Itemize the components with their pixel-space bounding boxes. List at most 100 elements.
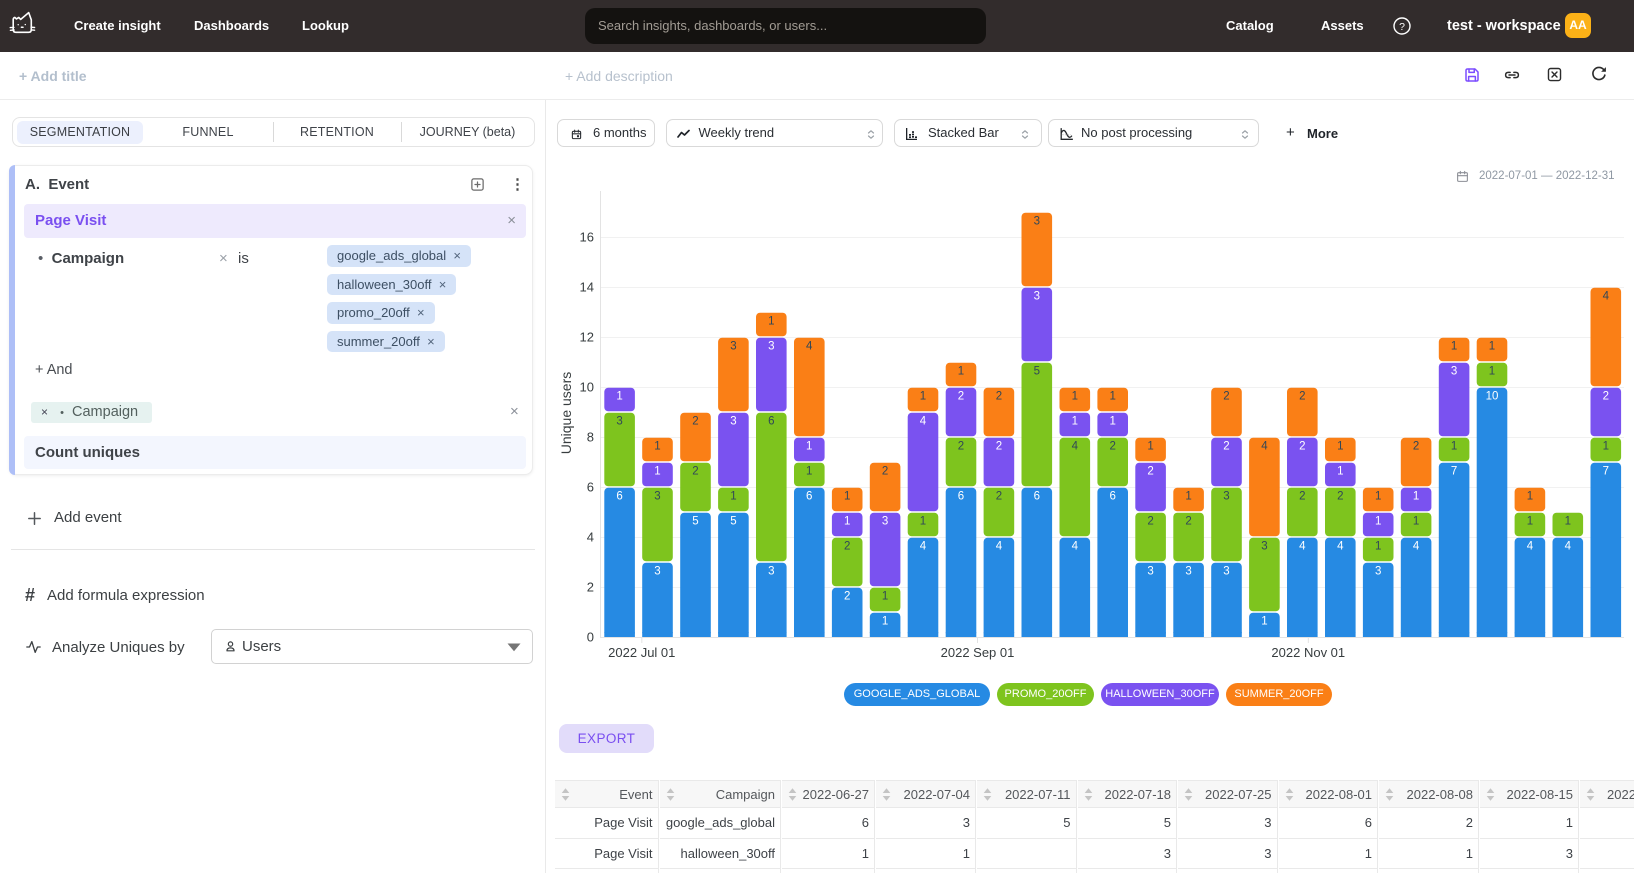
- svg-text:10: 10: [580, 380, 594, 395]
- svg-text:5: 5: [1034, 366, 1040, 378]
- svg-text:0: 0: [587, 630, 594, 645]
- svg-text:2: 2: [692, 466, 698, 478]
- svg-text:3: 3: [730, 416, 736, 428]
- svg-text:4: 4: [1337, 541, 1344, 553]
- svg-text:12: 12: [580, 330, 594, 345]
- svg-text:1: 1: [1337, 466, 1343, 478]
- svg-text:1: 1: [1451, 441, 1457, 453]
- svg-text:2: 2: [1109, 441, 1115, 453]
- svg-text:3: 3: [1185, 566, 1191, 578]
- svg-text:1: 1: [844, 516, 850, 528]
- svg-text:6: 6: [616, 491, 622, 503]
- svg-text:1: 1: [1527, 491, 1533, 503]
- svg-text:4: 4: [1565, 541, 1572, 553]
- svg-text:1: 1: [1489, 366, 1495, 378]
- svg-text:3: 3: [654, 491, 660, 503]
- svg-text:1: 1: [1413, 491, 1419, 503]
- svg-text:1: 1: [806, 466, 812, 478]
- svg-text:1: 1: [1451, 341, 1457, 353]
- svg-text:3: 3: [1223, 566, 1229, 578]
- svg-text:3: 3: [768, 341, 774, 353]
- svg-text:4: 4: [587, 530, 594, 545]
- svg-text:2: 2: [996, 491, 1002, 503]
- svg-text:5: 5: [730, 516, 736, 528]
- svg-text:1: 1: [1109, 416, 1115, 428]
- svg-text:2022 Nov 01: 2022 Nov 01: [1271, 645, 1345, 660]
- svg-text:1: 1: [1603, 441, 1609, 453]
- svg-text:1: 1: [882, 616, 888, 628]
- svg-text:2: 2: [587, 580, 594, 595]
- svg-text:2: 2: [1185, 516, 1191, 528]
- svg-text:1: 1: [920, 516, 926, 528]
- svg-text:1: 1: [1375, 491, 1381, 503]
- svg-text:3: 3: [616, 416, 622, 428]
- svg-text:14: 14: [580, 280, 594, 295]
- svg-text:1: 1: [1109, 391, 1115, 403]
- svg-text:1: 1: [616, 391, 622, 403]
- svg-text:3: 3: [1223, 491, 1229, 503]
- svg-text:3: 3: [1147, 566, 1153, 578]
- svg-text:3: 3: [1034, 216, 1040, 228]
- svg-text:1: 1: [806, 441, 812, 453]
- svg-text:1: 1: [1185, 491, 1191, 503]
- svg-text:4: 4: [1413, 541, 1420, 553]
- svg-text:1: 1: [882, 591, 888, 603]
- svg-text:2: 2: [1147, 516, 1153, 528]
- svg-text:2: 2: [1299, 391, 1305, 403]
- svg-text:2: 2: [1337, 491, 1343, 503]
- svg-text:2: 2: [996, 391, 1002, 403]
- svg-text:6: 6: [1109, 491, 1115, 503]
- svg-text:2: 2: [844, 541, 850, 553]
- svg-text:1: 1: [654, 466, 660, 478]
- svg-text:2: 2: [844, 591, 850, 603]
- svg-text:4: 4: [1603, 291, 1610, 303]
- svg-text:3: 3: [768, 566, 774, 578]
- svg-text:2: 2: [1223, 391, 1229, 403]
- svg-text:2: 2: [1413, 441, 1419, 453]
- svg-text:3: 3: [654, 566, 660, 578]
- svg-text:2: 2: [692, 416, 698, 428]
- svg-text:2: 2: [882, 466, 888, 478]
- svg-text:1: 1: [654, 441, 660, 453]
- svg-text:2: 2: [958, 391, 964, 403]
- svg-text:8: 8: [587, 430, 594, 445]
- svg-text:4: 4: [806, 341, 813, 353]
- svg-text:1: 1: [958, 366, 964, 378]
- svg-text:2: 2: [958, 441, 964, 453]
- svg-text:1: 1: [730, 491, 736, 503]
- svg-text:Unique users: Unique users: [558, 372, 574, 455]
- svg-text:2: 2: [1603, 391, 1609, 403]
- svg-text:10: 10: [1486, 391, 1499, 403]
- svg-text:6: 6: [806, 491, 812, 503]
- svg-text:4: 4: [920, 416, 927, 428]
- svg-text:1: 1: [1072, 391, 1078, 403]
- svg-text:1: 1: [1375, 541, 1381, 553]
- svg-text:4: 4: [1072, 441, 1079, 453]
- svg-text:5: 5: [692, 516, 698, 528]
- svg-text:2: 2: [1147, 466, 1153, 478]
- svg-text:4: 4: [1299, 541, 1306, 553]
- svg-text:4: 4: [1072, 541, 1079, 553]
- svg-text:1: 1: [1261, 616, 1267, 628]
- svg-text:6: 6: [587, 480, 594, 495]
- svg-text:3: 3: [1451, 366, 1457, 378]
- svg-text:2022 Sep 01: 2022 Sep 01: [941, 645, 1015, 660]
- svg-text:3: 3: [1261, 541, 1267, 553]
- svg-text:1: 1: [1375, 516, 1381, 528]
- svg-text:1: 1: [1527, 516, 1533, 528]
- svg-text:6: 6: [768, 416, 774, 428]
- svg-text:2: 2: [1299, 491, 1305, 503]
- svg-text:7: 7: [1603, 466, 1609, 478]
- svg-text:4: 4: [996, 541, 1003, 553]
- svg-text:1: 1: [1337, 441, 1343, 453]
- svg-text:16: 16: [580, 230, 594, 245]
- svg-text:6: 6: [958, 491, 964, 503]
- svg-text:3: 3: [1034, 291, 1040, 303]
- svg-text:1: 1: [1489, 341, 1495, 353]
- svg-text:2022 Jul 01: 2022 Jul 01: [608, 645, 675, 660]
- svg-text:1: 1: [1413, 516, 1419, 528]
- svg-text:1: 1: [1565, 516, 1571, 528]
- svg-text:3: 3: [882, 516, 888, 528]
- svg-text:7: 7: [1451, 466, 1457, 478]
- svg-text:1: 1: [768, 316, 774, 328]
